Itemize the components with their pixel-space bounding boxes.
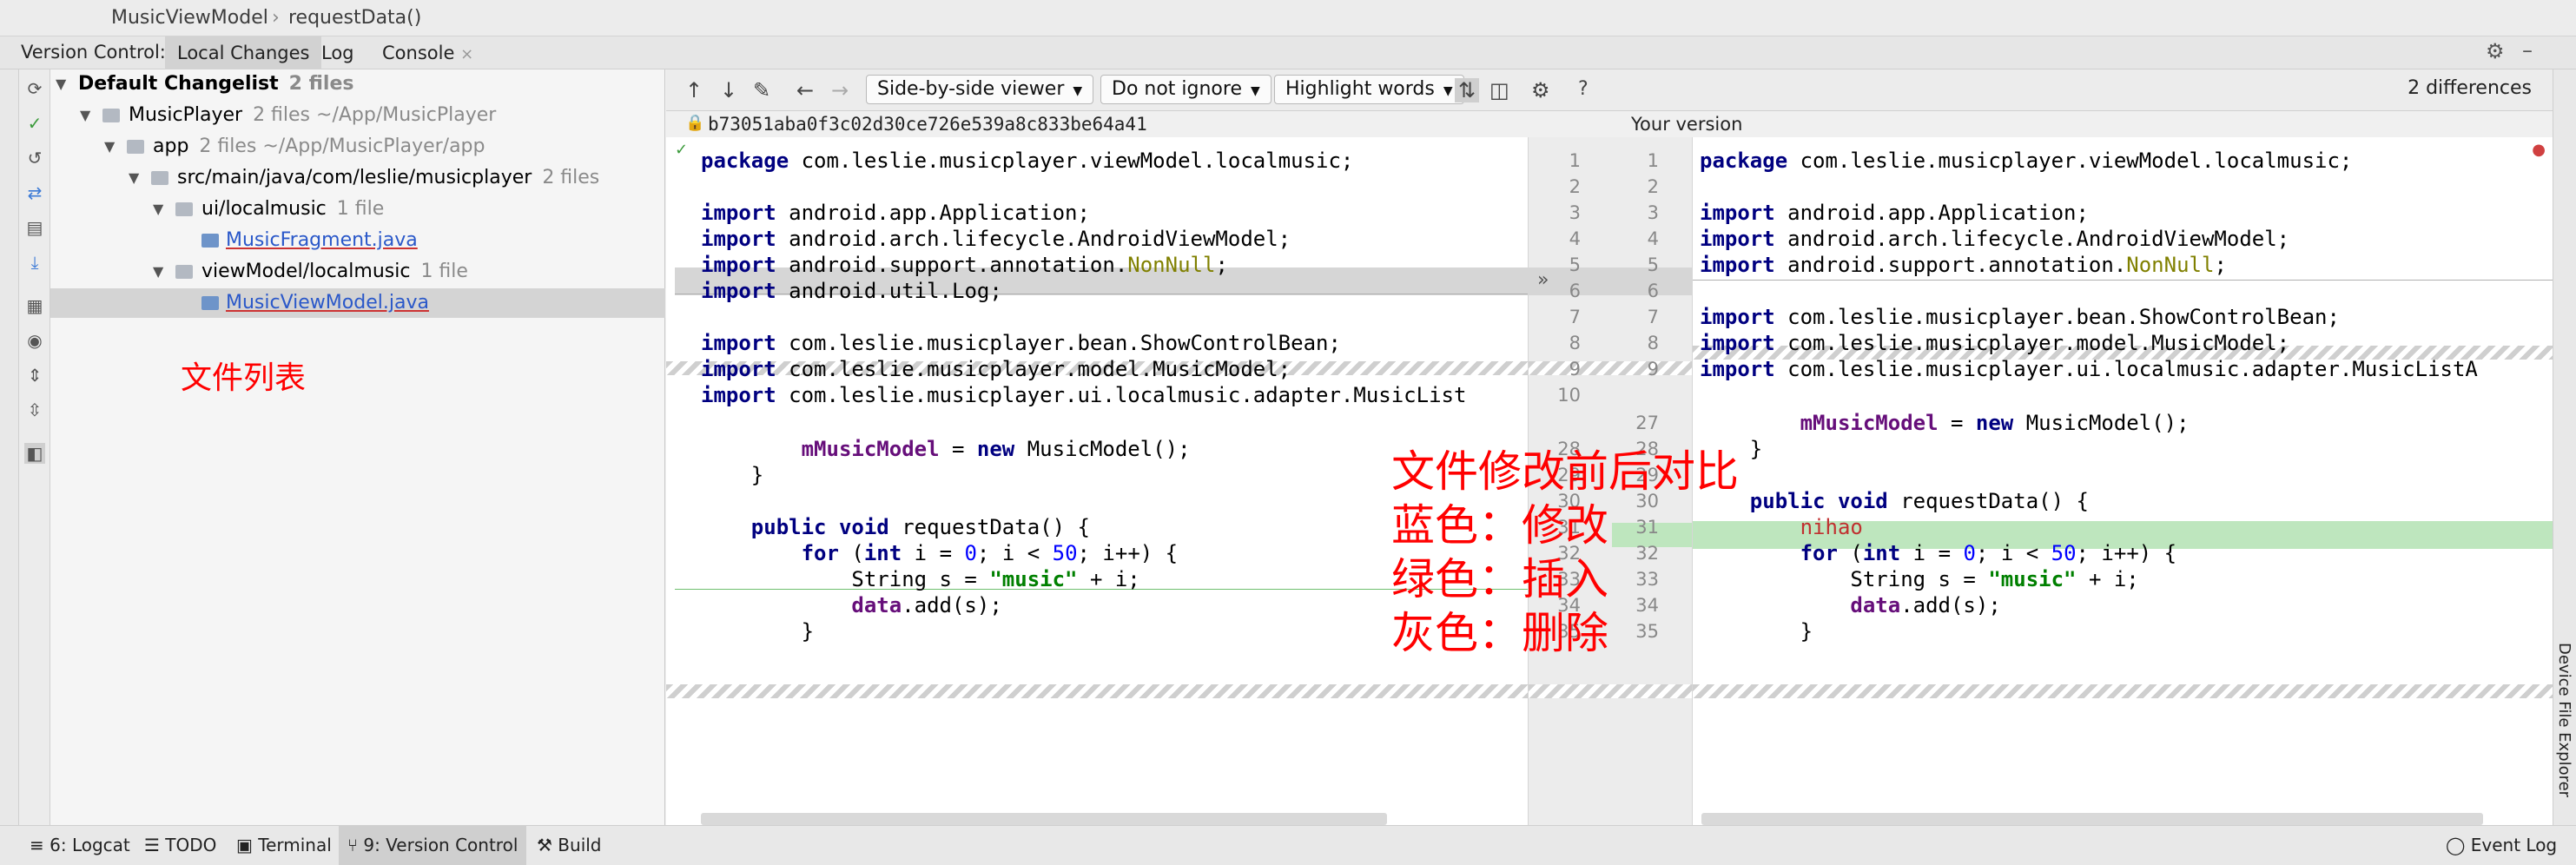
tab-build[interactable]: ⚒ Build: [528, 826, 611, 865]
breadcrumb-method[interactable]: requestData(): [288, 7, 421, 29]
preview-diff-icon[interactable]: ◧: [24, 443, 45, 464]
back-icon[interactable]: ←: [796, 78, 814, 102]
java-file-icon: [201, 296, 219, 310]
event-log-button[interactable]: ◯ Event Log: [2437, 826, 2566, 865]
breadcrumb-file[interactable]: MusicViewModel: [111, 7, 268, 29]
rollback-icon[interactable]: ↺: [24, 148, 45, 168]
vcs-icon: ⑂: [347, 835, 364, 855]
tree-row-name: viewModel/localmusic 1 file: [201, 261, 468, 282]
tab-label: Log: [321, 43, 354, 63]
annotation-line: 蓝色：修改: [1391, 500, 1608, 551]
chevron-down-icon: ▼: [1073, 84, 1083, 98]
refresh-icon[interactable]: ⟳: [24, 78, 45, 99]
edit-source-icon[interactable]: ✎: [753, 78, 770, 102]
sync-scroll-icon[interactable]: ◫: [1489, 78, 1509, 102]
tree-row[interactable]: ▼ src/main/java/com/leslie/musicplayer 2 …: [50, 163, 665, 193]
differences-count: 2 differences: [2408, 77, 2532, 99]
chevron-down-icon: ▼: [1251, 84, 1260, 98]
tab-logcat[interactable]: ≡ 6: Logcat: [21, 826, 139, 865]
annotation-line: 绿色：插入: [1391, 554, 1608, 604]
tree-row-name: ui/localmusic 1 file: [201, 198, 385, 220]
annotation-file-list: 文件列表: [181, 360, 307, 396]
tab-label: Local Changes: [177, 43, 310, 63]
commit-icon[interactable]: ✓: [24, 113, 45, 134]
folder-icon: [127, 140, 144, 154]
right-tool-strip: Device File Explorer: [2553, 69, 2576, 825]
breadcrumb: MusicViewModel › requestData(): [0, 0, 2576, 36]
update-icon[interactable]: ⤓: [24, 252, 45, 273]
eye-icon[interactable]: ◉: [24, 330, 45, 351]
folder-icon: [175, 202, 193, 216]
file-link[interactable]: MusicFragment.java: [226, 226, 418, 255]
tree-row-name: MusicPlayer 2 files ~/App/MusicPlayer: [129, 104, 497, 126]
folder-icon: [151, 171, 168, 185]
version-control-toolbar: ⟳ ✓ ↺ ⇄ ▤ ⤓ ▦ ◉ ⇕ ⇳ ◧: [19, 69, 50, 825]
expand-all-icon[interactable]: ⇕: [24, 365, 45, 386]
terminal-icon: ▣: [236, 835, 259, 855]
folder-icon: [175, 265, 193, 279]
minimize-icon[interactable]: –: [2522, 38, 2533, 63]
changelist-icon[interactable]: ▤: [24, 217, 45, 238]
tree-row[interactable]: ▼ Default Changelist 2 files: [50, 69, 665, 99]
file-link[interactable]: MusicViewModel.java: [226, 288, 429, 318]
bottom-tool-bar: ≡ 6: Logcat ☰ TODO ▣ Terminal ⑂ 9: Versi…: [0, 825, 2576, 865]
chevron-down-icon: ▼: [1443, 84, 1453, 98]
device-file-explorer-tab[interactable]: Device File Explorer: [2555, 643, 2573, 797]
ignore-dropdown[interactable]: Do not ignore ▼: [1100, 75, 1271, 104]
highlight-dropdown-label: Highlight words: [1285, 78, 1435, 100]
tree-row-file[interactable]: MusicFragment.java: [50, 226, 665, 255]
hammer-icon: ⚒: [537, 835, 558, 855]
settings-icon[interactable]: ⚙: [1531, 78, 1550, 102]
tree-row-file-selected[interactable]: MusicViewModel.java: [50, 288, 665, 318]
previous-difference-icon[interactable]: ↑: [685, 78, 703, 102]
todo-icon: ☰: [144, 835, 166, 855]
tab-local-changes[interactable]: Local Changes: [165, 36, 322, 69]
annotation-line: 文件修改前后对比: [1391, 446, 1739, 497]
changes-tree: ▼ Default Changelist 2 files ▼ MusicPlaye…: [50, 69, 665, 825]
checkmark-icon: ✓: [675, 141, 689, 159]
event-log-icon: ◯: [2446, 835, 2471, 855]
gear-icon[interactable]: ⚙: [2486, 39, 2505, 63]
version-header: 🔒 b73051aba0f3c02d30ce726e539a8c833be64a…: [666, 111, 2553, 137]
diff-toolbar: ↑ ↓ ✎ ← → Side-by-side viewer ▼ Do not ig…: [666, 69, 2553, 111]
collapse-all-icon[interactable]: ⇳: [24, 399, 45, 420]
tab-todo[interactable]: ☰ TODO: [135, 826, 225, 865]
error-icon: ●: [2532, 141, 2546, 159]
viewer-dropdown-label: Side-by-side viewer: [877, 78, 1065, 100]
module-icon: [102, 109, 120, 122]
version-control-header: Version Control: Local Changes Log Conso…: [0, 36, 2576, 69]
tab-version-control[interactable]: ⑂ 9: Version Control: [339, 826, 527, 865]
changelist-name: Default Changelist 2 files: [78, 73, 354, 95]
lock-icon: 🔒: [685, 114, 705, 132]
tree-row[interactable]: ▼ viewModel/localmusic 1 file: [50, 257, 665, 287]
annotation-diff-legend: 文件修改前后对比 蓝色：修改 绿色：插入 灰色：删除: [1391, 445, 1878, 660]
breadcrumb-separator: ›: [272, 7, 280, 29]
tab-console[interactable]: Console ×: [370, 36, 485, 69]
diff-icon[interactable]: ⇄: [24, 182, 45, 203]
next-difference-icon[interactable]: ↓: [720, 78, 737, 102]
close-icon[interactable]: ×: [460, 45, 473, 63]
your-version-label: Your version: [1631, 114, 1743, 135]
tree-row-name: app 2 files ~/App/MusicPlayer/app: [153, 135, 485, 157]
tab-label: Console: [382, 43, 455, 63]
collapse-unchanged-icon[interactable]: ⇅: [1455, 78, 1480, 102]
tree-row-name: src/main/java/com/leslie/musicplayer 2 fi…: [177, 167, 600, 188]
java-file-icon: [201, 234, 219, 248]
ignore-dropdown-label: Do not ignore: [1112, 78, 1242, 100]
tree-row[interactable]: ▼ app 2 files ~/App/MusicPlayer/app: [50, 132, 665, 162]
version-control-label: Version Control:: [21, 42, 166, 63]
tree-row[interactable]: ▼ MusicPlayer 2 files ~/App/MusicPlayer: [50, 101, 665, 130]
forward-icon[interactable]: →: [831, 78, 849, 102]
help-icon[interactable]: ?: [1578, 78, 1589, 100]
tab-log[interactable]: Log: [309, 36, 367, 69]
viewer-dropdown[interactable]: Side-by-side viewer ▼: [866, 75, 1094, 104]
group-icon[interactable]: ▦: [24, 295, 45, 316]
logcat-icon: ≡: [30, 835, 50, 855]
highlight-dropdown[interactable]: Highlight words ▼: [1274, 75, 1464, 104]
tab-terminal[interactable]: ▣ Terminal: [228, 826, 340, 865]
tree-row[interactable]: ▼ ui/localmusic 1 file: [50, 195, 665, 224]
revision-hash: b73051aba0f3c02d30ce726e539a8c833be64a41: [708, 114, 1147, 135]
annotation-line: 灰色：删除: [1391, 608, 1608, 658]
left-tool-strip: [0, 69, 19, 825]
